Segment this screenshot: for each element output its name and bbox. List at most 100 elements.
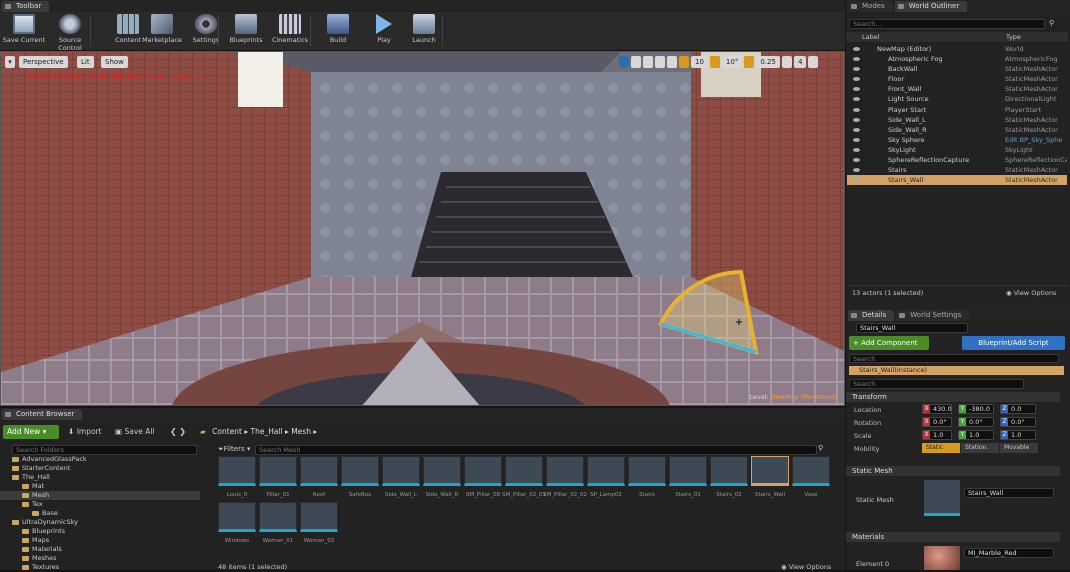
scale-z[interactable]: Z 1.0 [1000,430,1036,440]
instance-row[interactable]: Stairs_Wall(Instance) [849,366,1064,375]
asset-thumbnail[interactable] [382,456,420,486]
surface-snap-icon[interactable] [667,56,677,68]
blueprint-script-button[interactable]: Blueprint/Add Script [962,336,1065,350]
folder-tree-item[interactable]: UltraDynamicSky [0,518,200,527]
static-mesh-thumbnail[interactable] [924,480,960,516]
folder-tree-item[interactable]: Materials [0,545,200,554]
grid-snap-icon[interactable] [679,56,689,68]
tab-world-settings[interactable]: World Settings [896,310,970,321]
tab-world-outliner[interactable]: World Outliner [894,1,968,12]
asset-thumbnail[interactable] [587,456,625,486]
breadcrumb-mesh[interactable]: Mesh [291,427,311,436]
asset-thumbnail[interactable] [423,456,461,486]
outliner-row[interactable]: Atmospheric Fog AtmosphericFog [847,54,1067,64]
outliner-row[interactable]: SkyLight SkyLight [847,145,1067,155]
asset-thumbnail[interactable] [464,456,502,486]
outliner-row[interactable]: Stairs_Wall StaticMeshActor [847,175,1067,186]
lit-button[interactable]: Lit [77,56,94,68]
asset-thumbnail[interactable] [218,456,256,486]
scale-y[interactable]: Y 1.0 [958,430,994,440]
folder-tree-item[interactable]: Mesh [0,491,200,500]
mobility-stationary-button[interactable]: Station. [961,443,999,453]
save-all-button[interactable]: ▣ Save All [115,425,155,439]
asset-thumbnail[interactable] [710,456,748,486]
outliner-row[interactable]: Player Start PlayerStart [847,105,1067,115]
forward-arrow-icon[interactable]: ❯ [179,427,186,436]
visibility-eye-icon[interactable] [853,77,860,82]
settings-button[interactable]: Settings [184,14,228,48]
static-mesh-picker[interactable]: Stairs_Wall [964,488,1054,498]
back-arrow-icon[interactable]: ❮ [170,427,177,436]
static-mesh-section[interactable]: Static Mesh [846,466,1060,476]
visibility-eye-icon[interactable] [853,87,860,92]
rotation-y[interactable]: Y 0.0° [958,417,994,427]
outliner-row[interactable]: Side_Wall_L StaticMeshActor [847,115,1067,125]
grid-snap-value[interactable]: 10 [691,56,708,68]
asset-thumbnail[interactable] [300,456,338,486]
scale-x[interactable]: X 1.0 [922,430,952,440]
breadcrumb-content[interactable]: Content [212,427,242,436]
folder-tree-item[interactable]: Base [0,509,200,518]
details-search-input[interactable]: Search [849,379,1024,389]
folder-tree-item[interactable]: Maps [0,536,200,545]
asset-thumbnail[interactable] [505,456,543,486]
asset-thumbnail[interactable] [751,456,789,486]
outliner-row[interactable]: NewMap (Editor) World [847,44,1067,54]
material-picker[interactable]: MI_Marble_Red [964,548,1054,558]
asset-thumbnail[interactable] [300,502,338,532]
visibility-eye-icon[interactable] [853,147,860,152]
materials-section[interactable]: Materials [846,532,1060,542]
show-button[interactable]: Show [101,56,128,68]
maximize-icon[interactable] [808,56,819,68]
folder-tree-item[interactable]: Blueprints [0,527,200,536]
visibility-eye-icon[interactable] [853,117,860,122]
location-y[interactable]: Y -380.0 [958,404,994,414]
visibility-eye-icon[interactable] [853,137,860,142]
cinematics-button[interactable]: Cinematics [268,14,312,48]
rotation-x[interactable]: X 0.0° [922,417,952,427]
outliner-row[interactable]: SphereReflectionCapture SphereReflectionC… [847,155,1067,165]
visibility-eye-icon[interactable] [853,107,860,112]
asset-thumbnail[interactable] [669,456,707,486]
rotation-snap-icon[interactable] [709,56,720,68]
visibility-eye-icon[interactable] [853,97,860,102]
asset-thumbnail[interactable] [218,502,256,532]
perspective-button[interactable]: Perspective [19,56,68,68]
column-type[interactable]: Type [1006,32,1021,42]
scale-snap-icon[interactable] [744,56,755,68]
folder-tree-item[interactable]: AdvancedGlassPack [0,455,200,464]
toolbar-tab[interactable]: Toolbar [2,1,50,12]
camera-speed-icon[interactable] [781,56,792,68]
world-local-icon[interactable] [655,56,665,68]
visibility-eye-icon[interactable] [853,168,860,173]
blueprints-button[interactable]: Blueprints [224,14,268,48]
add-component-button[interactable]: + Add Component [849,336,929,350]
visibility-eye-icon[interactable] [853,127,860,132]
folder-tree-item[interactable]: StarterContent [0,464,200,473]
breadcrumb-the-hall[interactable]: The_Hall [251,427,283,436]
translate-icon[interactable] [619,56,629,68]
column-label[interactable]: Label [862,32,880,42]
transform-section[interactable]: Transform [846,392,1060,402]
outliner-row[interactable]: Front_Wall StaticMeshActor [847,84,1067,94]
scale-snap-value[interactable]: 0.25 [756,56,780,68]
level-viewport[interactable]: ▾ Perspective Lit Show LIGHTING NEEDS TO… [0,51,845,406]
outliner-row[interactable]: Light Source DirectionalLight [847,94,1067,104]
outliner-row[interactable]: Side_Wall_R StaticMeshActor [847,125,1067,135]
asset-thumbnail[interactable] [792,456,830,486]
location-x[interactable]: X 430.0 [922,404,952,414]
search-folders-input[interactable]: Search Folders [12,445,197,455]
outliner-view-options[interactable]: ◉ View Options [1006,286,1056,301]
tab-modes[interactable]: Modes [848,1,893,12]
rotation-z[interactable]: Z 0.0° [1000,417,1036,427]
scale-icon[interactable] [643,56,653,68]
actor-name-field[interactable]: Stairs_Wall [856,323,968,333]
mobility-movable-button[interactable]: Movable [1000,443,1038,453]
location-z[interactable]: Z 0.0 [1000,404,1036,414]
camera-speed-value[interactable]: 4 [793,56,807,68]
folder-tree-item[interactable]: Meshes [0,554,200,563]
marketplace-button[interactable]: Marketplace [140,14,184,48]
asset-thumbnail[interactable] [259,456,297,486]
folder-tree-item[interactable]: The_Hall [0,473,200,482]
folder-tree-item[interactable]: Textures [0,563,200,572]
